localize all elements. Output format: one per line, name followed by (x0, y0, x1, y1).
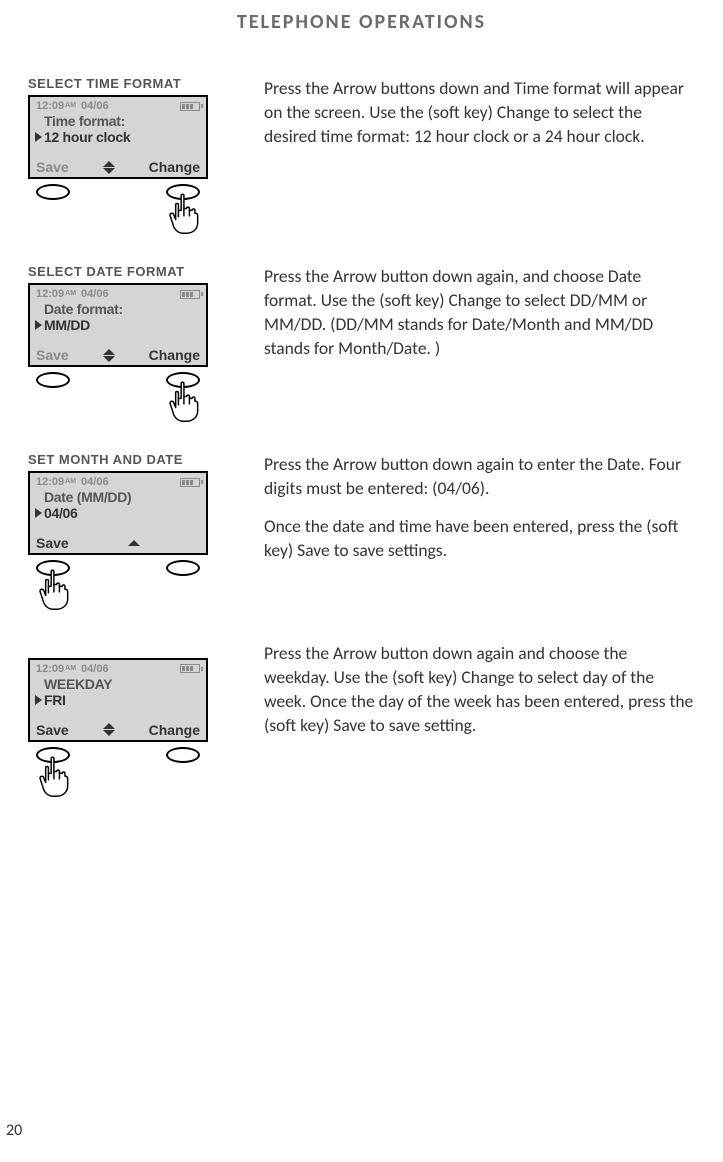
left-column: SELECT TIME FORMAT 12:09AM 04/06 Time fo… (28, 76, 238, 200)
paragraph: Press the Arrow button down again, and c… (264, 264, 695, 361)
description: Press the Arrow buttons down and Time fo… (264, 76, 695, 162)
section-label: SELECT DATE FORMAT (28, 264, 238, 279)
hand-pointer-icon (34, 755, 72, 804)
right-hardware-button[interactable] (166, 560, 200, 576)
status-ampm: AM (65, 478, 76, 485)
phone-screen: 12:09AM 04/06 Date (MM/DD)04/06 Save (28, 471, 208, 555)
hand-pointer-icon (164, 380, 202, 429)
status-bar: 12:09AM 04/06 (36, 100, 200, 112)
description: Press the Arrow button down again to ent… (264, 452, 695, 577)
updown-icon (103, 161, 115, 174)
screen-value: 12 hour clock (44, 129, 130, 145)
status-time: 12:09 (36, 663, 64, 675)
screen-line-1: Date format: (44, 301, 200, 317)
screen-line-2: 04/06 (36, 505, 200, 521)
status-time: 12:09 (36, 476, 64, 488)
section-label: SELECT TIME FORMAT (28, 76, 238, 91)
battery-icon (180, 290, 200, 299)
hand-pointer-icon (164, 192, 202, 241)
paragraph: Press the Arrow buttons down and Time fo… (264, 76, 695, 148)
status-date: 04/06 (81, 476, 109, 488)
softkey-change: Change (149, 347, 200, 363)
left-hardware-button[interactable] (36, 184, 70, 200)
hardware-buttons (28, 372, 208, 388)
paragraph: Press the Arrow button down again and ch… (264, 641, 695, 738)
phone-screen: 12:09AM 04/06 WEEKDAYFRI Save Change (28, 658, 208, 742)
caret-right-icon (35, 132, 42, 142)
screen-value: MM/DD (44, 317, 90, 333)
status-date: 04/06 (81, 663, 109, 675)
phone-screen: 12:09AM 04/06 Time format:12 hour clock … (28, 95, 208, 179)
hardware-buttons (28, 560, 208, 576)
status-time: 12:09 (36, 288, 64, 300)
up-icon (128, 540, 140, 546)
battery-icon (180, 478, 200, 487)
screen-line-2: FRI (36, 692, 200, 708)
section: SELECT DATE FORMAT 12:09AM 04/06 Date fo… (28, 264, 695, 388)
left-hardware-button[interactable] (36, 560, 70, 576)
softkey-change: Change (149, 159, 200, 175)
softkey-row: Save Change (36, 722, 200, 738)
paragraph: Press the Arrow button down again to ent… (264, 452, 695, 500)
softkey-save: Save (36, 535, 69, 551)
section: 12:09AM 04/06 WEEKDAYFRI Save Change Pre… (28, 641, 695, 763)
left-column: 12:09AM 04/06 WEEKDAYFRI Save Change (28, 641, 238, 763)
status-date: 04/06 (81, 288, 109, 300)
hand-pointer-icon (34, 568, 72, 617)
section: SELECT TIME FORMAT 12:09AM 04/06 Time fo… (28, 76, 695, 200)
page-title: TELEPHONE OPERATIONS (28, 10, 695, 34)
softkey-save: Save (36, 159, 69, 175)
phone-screen: 12:09AM 04/06 Date format:MM/DD Save Cha… (28, 283, 208, 367)
caret-right-icon (35, 508, 42, 518)
left-column: SET MONTH AND DATE 12:09AM 04/06 Date (M… (28, 452, 238, 576)
status-ampm: AM (65, 290, 76, 297)
status-time: 12:09 (36, 100, 64, 112)
status-ampm: AM (65, 665, 76, 672)
updown-icon (103, 723, 115, 736)
softkey-change: Change (149, 722, 200, 738)
section: SET MONTH AND DATE 12:09AM 04/06 Date (M… (28, 452, 695, 577)
right-hardware-button[interactable] (166, 747, 200, 763)
updown-icon (103, 349, 115, 362)
caret-right-icon (35, 695, 42, 705)
section-label: SET MONTH AND DATE (28, 452, 238, 467)
left-column: SELECT DATE FORMAT 12:09AM 04/06 Date fo… (28, 264, 238, 388)
screen-line-1: Date (MM/DD) (44, 489, 200, 505)
page-number: 20 (6, 1121, 22, 1140)
softkey-row: Save Change (36, 159, 200, 175)
left-hardware-button[interactable] (36, 747, 70, 763)
description: Press the Arrow button down again, and c… (264, 264, 695, 375)
screen-line-2: 12 hour clock (36, 129, 200, 145)
status-date: 04/06 (81, 100, 109, 112)
screen-line-2: MM/DD (36, 317, 200, 333)
screen-value: FRI (44, 692, 66, 708)
description: Press the Arrow button down again and ch… (264, 641, 695, 752)
paragraph: Once the date and time have been entered… (264, 514, 695, 562)
screen-line-1: WEEKDAY (44, 676, 200, 692)
caret-right-icon (35, 320, 42, 330)
status-bar: 12:09AM 04/06 (36, 288, 200, 300)
softkey-save: Save (36, 722, 69, 738)
softkey-save: Save (36, 347, 69, 363)
screen-value: 04/06 (44, 505, 78, 521)
right-hardware-button[interactable] (166, 372, 200, 388)
status-ampm: AM (65, 102, 76, 109)
left-hardware-button[interactable] (36, 372, 70, 388)
status-bar: 12:09AM 04/06 (36, 663, 200, 675)
hardware-buttons (28, 184, 208, 200)
screen-line-1: Time format: (44, 113, 200, 129)
right-hardware-button[interactable] (166, 184, 200, 200)
softkey-row: Save (36, 535, 200, 551)
battery-icon (180, 664, 200, 673)
status-bar: 12:09AM 04/06 (36, 476, 200, 488)
battery-icon (180, 102, 200, 111)
softkey-row: Save Change (36, 347, 200, 363)
hardware-buttons (28, 747, 208, 763)
